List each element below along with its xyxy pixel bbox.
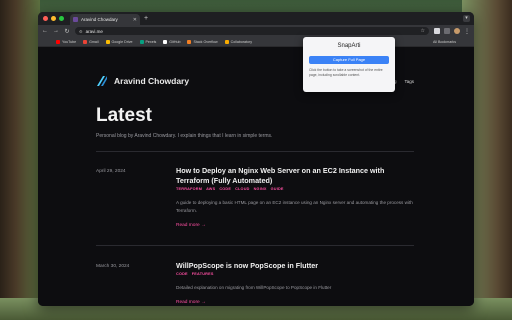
new-tab-icon[interactable]: + (144, 15, 148, 22)
bookmarks-bar: YouTube Gmail Google Drive Pexels GitHub Stac… (38, 37, 474, 47)
post-date: March 30, 2024 (96, 264, 130, 269)
browser-toolbar: ← → ↻ ⚙ aravi.me ☆ ⋮ (38, 25, 474, 37)
popup-note: Click the button to take a screenshot of… (309, 68, 383, 77)
forward-arrow-icon[interactable]: → (53, 28, 59, 34)
post-tag[interactable]: CLOUD (235, 187, 250, 191)
nav-tags-link[interactable]: Tags (404, 79, 414, 84)
tab-search-chevron-icon[interactable]: ▾ (463, 15, 470, 22)
bookmark-label: Collaboratory (230, 39, 253, 44)
read-more-link[interactable]: Read more → (176, 223, 414, 228)
post-tag[interactable]: FEATURES (192, 272, 214, 276)
back-arrow-icon[interactable]: ← (42, 28, 48, 34)
address-bar[interactable]: ⚙ aravi.me ☆ (75, 27, 429, 35)
tab-bar: Aravind Chowdary ✕ + ▾ (38, 12, 474, 25)
post-tag[interactable]: NGINX (254, 187, 267, 191)
all-bookmarks-link[interactable]: All Bookmarks (433, 40, 456, 44)
tab-close-icon[interactable]: ✕ (133, 17, 137, 23)
bookmark-item[interactable]: Collaboratory (224, 39, 253, 44)
extension-popup: SnapArti Capture Full Page Click the but… (303, 37, 395, 92)
tab-favicon-icon (73, 17, 78, 22)
post-body: WillPopScope is now PopScope in Flutter … (176, 261, 414, 305)
bookmark-item[interactable]: GitHub (163, 39, 181, 44)
post-tag[interactable]: GUIDE (271, 187, 284, 191)
background-forest-left (0, 0, 40, 320)
post-description: Detailed explanation on migrating from W… (176, 285, 332, 290)
bookmark-favicon-icon (139, 39, 144, 44)
bookmark-item[interactable]: Stack Overflow (187, 39, 218, 44)
extension-snaparti-icon[interactable] (434, 28, 440, 34)
extensions-puzzle-icon[interactable] (444, 28, 450, 34)
bookmark-label: Google Drive (111, 39, 133, 44)
bookmark-favicon-icon (105, 39, 110, 44)
bookmark-label: GitHub (169, 39, 181, 44)
site-info-icon[interactable]: ⚙ (79, 29, 83, 34)
post-tag[interactable]: TERRAFORM (176, 187, 202, 191)
divider (96, 245, 414, 246)
tab-title: Aravind Chowdary (81, 17, 118, 22)
post-tag[interactable]: CODE (176, 272, 188, 276)
bookmark-favicon-icon (224, 39, 229, 44)
page-heading: Latest (96, 105, 152, 126)
bookmark-label: YouTube (62, 39, 77, 44)
site-logo-icon[interactable] (96, 75, 108, 87)
profile-avatar-icon[interactable] (454, 28, 460, 34)
maximize-window-button[interactable] (59, 16, 64, 21)
bookmark-item[interactable]: Gmail (83, 39, 99, 44)
read-more-link[interactable]: Read more → (176, 300, 414, 305)
post-tags: TERRAFORM AWS CODE CLOUD NGINX GUIDE (176, 187, 414, 191)
post-date: April 29, 2024 (96, 169, 126, 174)
minimize-window-button[interactable] (51, 16, 56, 21)
bookmark-favicon-icon (187, 39, 192, 44)
post-description: A guide to deploying a basic HTML page o… (176, 200, 413, 213)
address-bar-url: aravi.me (85, 28, 103, 34)
post-body: How to Deploy an Nginx Web Server on an … (176, 166, 414, 228)
reload-icon[interactable]: ↻ (64, 28, 70, 35)
divider (96, 151, 414, 152)
post-tag[interactable]: AWS (206, 187, 215, 191)
page-subtitle: Personal blog by Aravind Chowdary. I exp… (96, 133, 273, 139)
post-title[interactable]: WillPopScope is now PopScope in Flutter (176, 261, 414, 271)
post-title[interactable]: How to Deploy an Nginx Web Server on an … (176, 166, 414, 186)
bookmark-label: Stack Overflow (193, 39, 218, 44)
bookmark-item[interactable]: Google Drive (105, 39, 133, 44)
bookmark-item[interactable]: YouTube (56, 39, 77, 44)
post-tags: CODE FEATURES (176, 272, 414, 276)
bookmark-star-icon[interactable]: ☆ (421, 28, 425, 34)
window-controls (43, 16, 64, 21)
capture-full-page-button[interactable]: Capture Full Page (309, 56, 389, 64)
bookmark-favicon-icon (163, 39, 168, 44)
bookmark-favicon-icon (83, 39, 88, 44)
site-name[interactable]: Aravind Chowdary (114, 76, 189, 86)
bookmark-label: Pexels (145, 39, 157, 44)
browser-menu-icon[interactable]: ⋮ (464, 28, 470, 35)
browser-window: Aravind Chowdary ✕ + ▾ ← → ↻ ⚙ aravi.me … (38, 12, 474, 306)
close-window-button[interactable] (43, 16, 48, 21)
bookmark-label: Gmail (89, 39, 99, 44)
page-content: Aravind Chowdary Blog Tags Latest Person… (38, 47, 474, 306)
bookmark-favicon-icon (56, 39, 60, 44)
popup-title: SnapArti (337, 43, 361, 49)
bookmark-item[interactable]: Pexels (139, 39, 157, 44)
post-tag[interactable]: CODE (219, 187, 231, 191)
active-tab[interactable]: Aravind Chowdary ✕ (70, 14, 140, 25)
